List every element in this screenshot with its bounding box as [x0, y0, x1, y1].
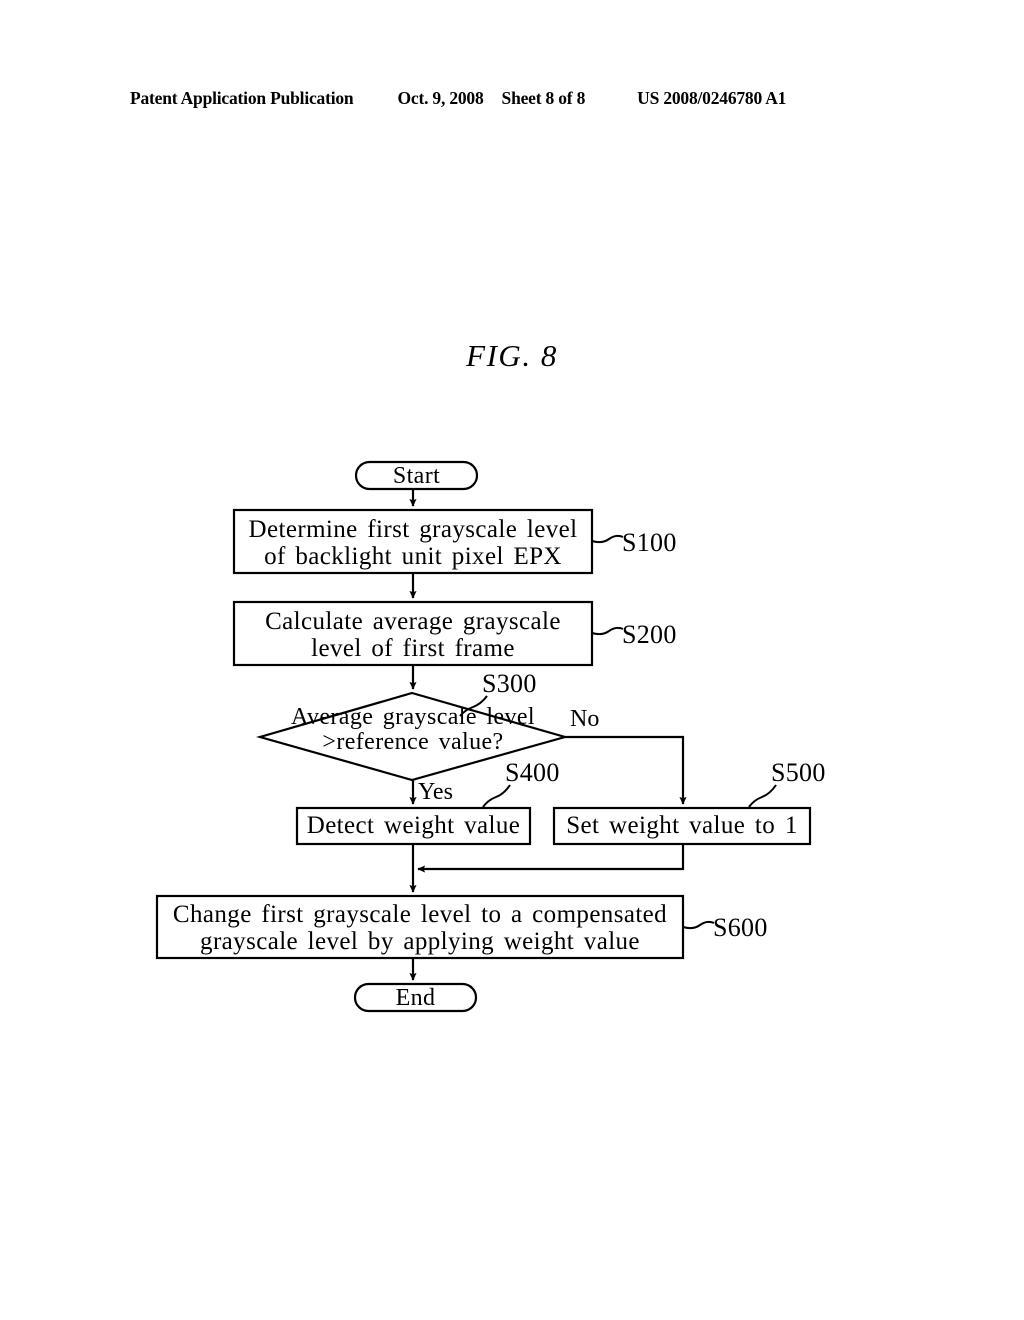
step-ref-s300: S300	[482, 669, 537, 698]
end-terminator-shape	[353, 982, 478, 1013]
connector-s300-no-to-s500	[565, 735, 687, 805]
leader-s100	[591, 534, 624, 544]
s100-box-shape	[232, 508, 594, 575]
branch-label-no: No	[570, 706, 600, 732]
flowchart-graphics	[155, 460, 812, 1013]
step-ref-s500: S500	[771, 758, 826, 787]
leader-s600	[682, 920, 715, 930]
connector-s500-to-merge	[417, 844, 685, 873]
flowchart: Start End Determine first grayscale leve…	[0, 0, 1024, 1320]
patent-drawing-page: Patent Application Publication Oct. 9, 2…	[0, 0, 1024, 1320]
s400-box-shape	[295, 806, 532, 846]
branch-label-yes: Yes	[418, 779, 453, 805]
leader-s400	[482, 784, 511, 808]
s200-box-shape	[232, 600, 594, 667]
step-ref-s400: S400	[505, 758, 560, 787]
start-terminator-shape	[354, 460, 479, 491]
s600-box-shape	[155, 894, 685, 960]
step-ref-s200: S200	[622, 620, 677, 649]
leader-s500	[748, 784, 777, 808]
leader-s200	[591, 626, 624, 636]
step-ref-s100: S100	[622, 528, 677, 557]
step-ref-s600: S600	[713, 913, 768, 942]
s500-box-shape	[552, 806, 812, 846]
